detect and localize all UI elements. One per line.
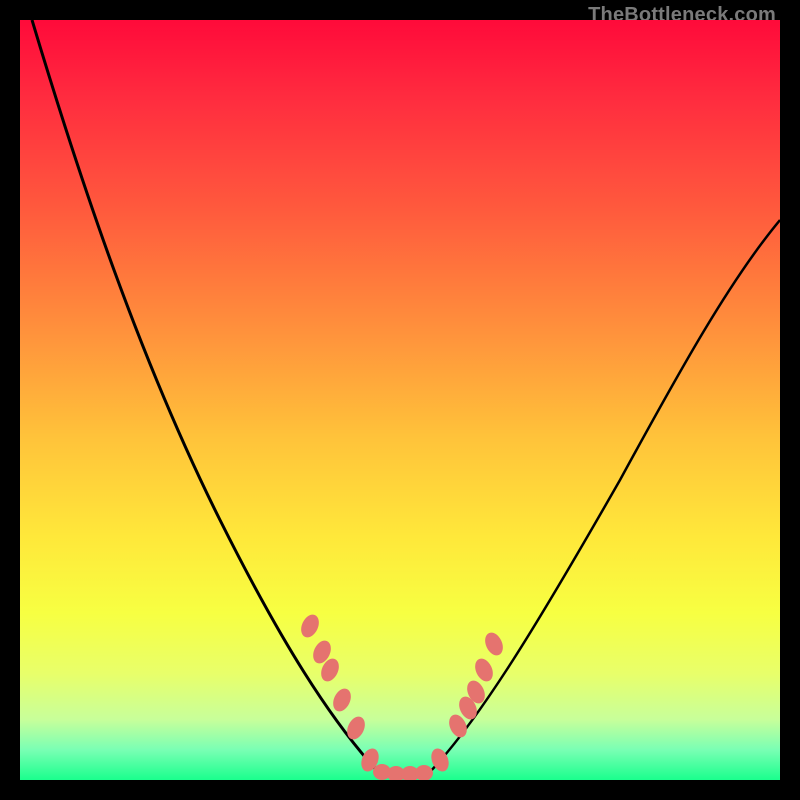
- chart-stage: TheBottleneck.com: [0, 0, 800, 800]
- curve-layer: [20, 20, 780, 780]
- plot-area: [20, 20, 780, 780]
- marker-group: [298, 612, 507, 780]
